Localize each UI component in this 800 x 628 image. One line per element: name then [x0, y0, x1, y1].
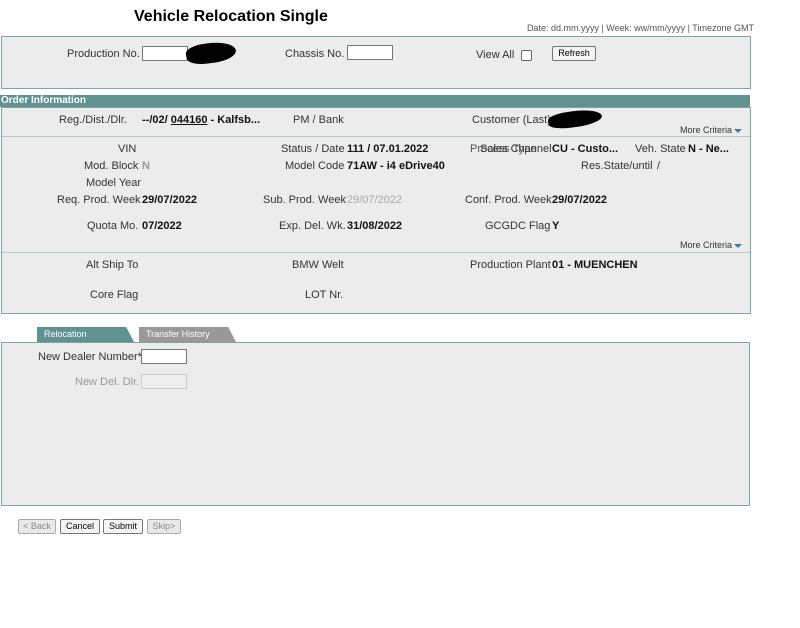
sales-channel-label: Sales Channel [480, 143, 552, 155]
quota-mo-value: 07/2022 [142, 220, 182, 232]
skip-button[interactable]: Skip> [147, 519, 181, 534]
customer-last-label: Customer (Last) [472, 114, 551, 126]
exp-del-wk-value: 31/08/2022 [347, 220, 403, 232]
res-state-label: Res.State/until [581, 160, 653, 172]
tab-transfer-history[interactable]: Transfer History [139, 327, 236, 342]
bmw-welt-label: BMW Welt [292, 259, 344, 271]
production-no-label: Production No. [67, 48, 140, 60]
reg-dist-dlr-label: Reg./Dist./Dlr. [59, 114, 127, 126]
lot-nr-label: LOT Nr. [305, 289, 344, 301]
new-dealer-number-label: New Dealer Number* [38, 351, 142, 363]
more-criteria-toggle-2[interactable]: More Criteria [680, 240, 743, 250]
reg-prefix: --/02/ [142, 114, 168, 126]
model-code-label: Model Code [285, 160, 345, 172]
vin-label: VIN [118, 143, 137, 155]
new-del-dlr-label: New Del. Dlr. [75, 376, 140, 388]
gcgdc-flag-label: GCGDC Flag [485, 220, 551, 232]
pm-bank-label: PM / Bank [293, 114, 344, 126]
page-title: Vehicle Relocation Single [134, 8, 328, 25]
sub-prod-week-value: 29/07/2022 [347, 194, 403, 206]
submit-button[interactable]: Submit [103, 519, 143, 534]
mod-block-label: Mod. Block [84, 160, 139, 172]
redaction-scribble [184, 39, 238, 67]
req-prod-week-value: 29/07/2022 [142, 194, 198, 206]
search-panel: Production No. Chassis No. View All Refr… [1, 36, 751, 89]
view-all-checkbox[interactable] [521, 50, 532, 61]
more-criteria-label: More Criteria [680, 240, 733, 250]
chevron-down-icon [734, 128, 743, 133]
model-code-value: 71AW - i4 eDrive40 [347, 160, 445, 172]
model-year-label: Model Year [86, 177, 142, 189]
sub-prod-week-label: Sub. Prod. Week [263, 194, 346, 206]
view-all-label: View All [476, 49, 515, 61]
redaction-scribble [547, 107, 603, 131]
production-no-input[interactable] [142, 46, 188, 61]
reg-suffix: - Kalfsb... [210, 114, 261, 126]
divider [2, 136, 750, 137]
quota-mo-label: Quota Mo. [87, 220, 139, 232]
gcgdc-flag-value: Y [552, 220, 560, 232]
tab-relocation[interactable]: Relocation [37, 327, 134, 342]
mod-block-value: N [142, 160, 150, 172]
conf-prod-week-value: 29/07/2022 [552, 194, 608, 206]
status-date-label: Status / Date [281, 143, 345, 155]
veh-state-value: N - Ne... [688, 143, 729, 155]
order-information-panel: Reg./Dist./Dlr. --/02/ 044160 - Kalfsb..… [1, 107, 751, 314]
production-plant-value: 01 - MUENCHEN [552, 259, 638, 271]
core-flag-label: Core Flag [90, 289, 139, 301]
exp-del-wk-label: Exp. Del. Wk. [279, 220, 346, 232]
status-date-value: 111 / 07.01.2022 [347, 143, 429, 155]
back-button[interactable]: < Back [18, 519, 56, 534]
chevron-down-icon [734, 243, 743, 248]
more-criteria-label: More Criteria [680, 125, 733, 135]
req-prod-week-label: Req. Prod. Week [57, 194, 141, 206]
date-format-info: Date: dd.mm.yyyy | Week: ww/mm/yyyy | Ti… [526, 23, 754, 33]
veh-state-label: Veh. State [635, 143, 686, 155]
sales-channel-value: CU - Custo... [552, 143, 618, 155]
chassis-no-label: Chassis No. [285, 48, 345, 60]
conf-prod-week-label: Conf. Prod. Week [465, 194, 552, 206]
order-information-header: Order Information [0, 95, 750, 107]
reg-dist-dlr-value: --/02/ 044160 - Kalfsb... [142, 114, 260, 126]
more-criteria-toggle-1[interactable]: More Criteria [680, 125, 743, 135]
refresh-button[interactable]: Refresh [552, 46, 596, 61]
production-plant-label: Production Plant [470, 259, 551, 271]
alt-ship-to-label: Alt Ship To [86, 259, 139, 271]
new-del-dlr-input[interactable] [141, 374, 187, 389]
dealer-link[interactable]: 044160 [171, 114, 208, 126]
divider [2, 252, 750, 253]
relocation-panel: New Dealer Number* New Del. Dlr. [1, 342, 750, 506]
new-dealer-number-input[interactable] [141, 349, 187, 364]
chassis-no-input[interactable] [347, 45, 393, 60]
res-state-value: / [657, 160, 661, 172]
cancel-button[interactable]: Cancel [60, 519, 100, 534]
